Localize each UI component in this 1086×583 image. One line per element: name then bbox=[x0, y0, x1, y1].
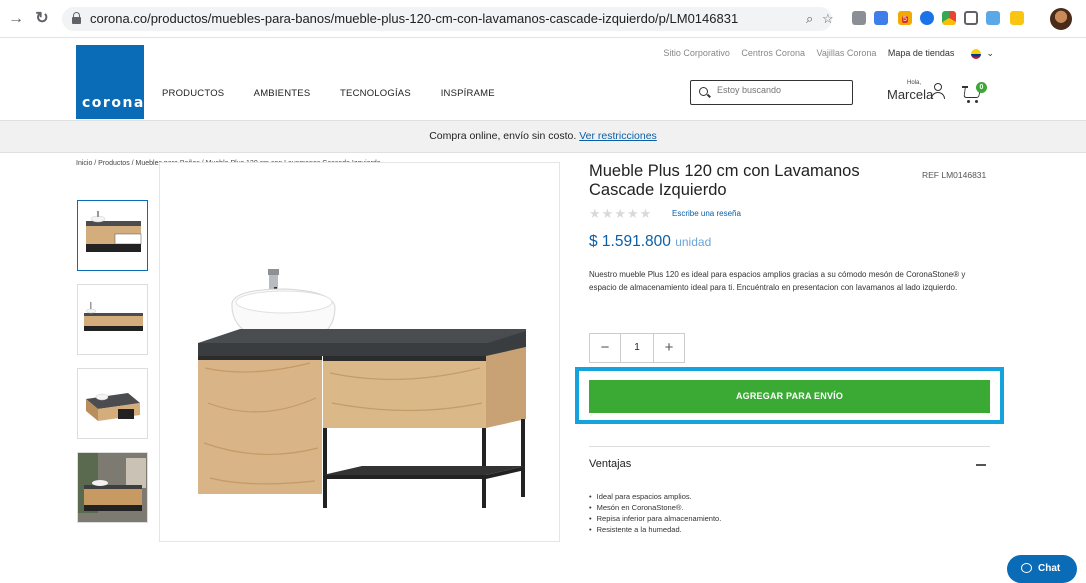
cart-count-badge: 0 bbox=[976, 82, 987, 93]
star-icon: ★ bbox=[626, 206, 640, 221]
search-icon[interactable] bbox=[699, 87, 708, 96]
chat-label: Chat bbox=[1038, 563, 1061, 574]
bookmark-star-icon[interactable]: ☆ bbox=[822, 11, 834, 27]
top-link[interactable]: Sitio Corporativo bbox=[663, 48, 730, 58]
price-value: $ 1.591.800 bbox=[589, 233, 671, 250]
list-item: Ideal para espacios amplios. bbox=[589, 491, 889, 502]
extension-icon[interactable] bbox=[986, 11, 1000, 25]
extension-icon[interactable] bbox=[920, 11, 934, 25]
decrement-button[interactable]: − bbox=[590, 334, 620, 362]
nav-inspirame[interactable]: INSPÍRAME bbox=[441, 88, 495, 99]
extension-icon[interactable] bbox=[874, 11, 888, 25]
nav-ambientes[interactable]: AMBIENTES bbox=[254, 88, 311, 99]
top-link[interactable]: Centros Corona bbox=[741, 48, 805, 58]
product-title: Mueble Plus 120 cm con Lavamanos Cascade… bbox=[589, 162, 860, 199]
promo-banner: Compra online, envío sin costo. Ver rest… bbox=[0, 120, 1086, 153]
camera-extension-icon[interactable] bbox=[852, 11, 866, 25]
thumbnail-1[interactable] bbox=[77, 200, 148, 271]
add-to-cart-button[interactable]: AGREGAR PARA ENVÍO bbox=[589, 380, 990, 413]
advantages-list: Ideal para espacios amplios. Mesón en Co… bbox=[589, 491, 889, 535]
nav-tecnologias[interactable]: TECNOLOGÍAS bbox=[340, 88, 411, 99]
product-description: Nuestro mueble Plus 120 es ideal para es… bbox=[589, 270, 966, 292]
country-flag-icon[interactable] bbox=[970, 48, 981, 59]
chat-bubble-icon bbox=[1021, 563, 1032, 573]
nav-productos[interactable]: PRODUCTOS bbox=[162, 88, 224, 99]
greeting-text: Hola, bbox=[907, 80, 922, 86]
reload-icon[interactable]: ↻ bbox=[32, 9, 52, 29]
thumbnail-4[interactable] bbox=[77, 452, 148, 523]
promo-text: Compra online, envío sin costo. bbox=[429, 130, 577, 142]
chat-button[interactable]: Chat bbox=[1007, 555, 1077, 583]
star-icon: ★ bbox=[639, 206, 653, 221]
forward-icon[interactable]: → bbox=[6, 9, 26, 29]
search-input[interactable] bbox=[717, 85, 847, 95]
url-text: corona.co/productos/muebles-para-banos/m… bbox=[90, 11, 739, 26]
user-account[interactable]: Hola, Marcela bbox=[887, 80, 957, 110]
restrictions-link[interactable]: Ver restricciones bbox=[579, 130, 657, 142]
user-icon[interactable] bbox=[931, 83, 945, 99]
write-review-link[interactable]: Escribe una reseña bbox=[672, 209, 741, 218]
rating-stars[interactable]: ★★★★★ bbox=[589, 206, 652, 222]
corona-logo[interactable]: corona bbox=[76, 45, 144, 119]
top-link[interactable]: Vajillas Corona bbox=[816, 48, 876, 58]
store-map-link[interactable]: Mapa de tiendas bbox=[888, 48, 955, 58]
browser-toolbar: → ↻ corona.co/productos/muebles-para-ban… bbox=[0, 0, 1086, 38]
extension-icon[interactable]: 5 bbox=[898, 11, 912, 25]
collapse-icon[interactable] bbox=[976, 464, 986, 466]
product-main-image[interactable] bbox=[159, 162, 560, 542]
chrome-extension-icon[interactable] bbox=[942, 11, 956, 25]
thumbnail-2[interactable] bbox=[77, 284, 148, 355]
list-item: Resistente a la humedad. bbox=[589, 524, 889, 535]
list-item: Repisa inferior para almacenamiento. bbox=[589, 513, 889, 524]
product-ref: REF LM0146831 bbox=[922, 170, 987, 180]
user-name: Marcela bbox=[887, 87, 934, 102]
list-item: Mesón en CoronaStone®. bbox=[589, 502, 889, 513]
cart-button[interactable]: 0 bbox=[962, 82, 988, 108]
star-icon: ★ bbox=[589, 206, 602, 221]
product-price: $ 1.591.800 unidad bbox=[589, 233, 711, 251]
lock-icon bbox=[72, 12, 81, 24]
quantity-value[interactable]: 1 bbox=[620, 334, 654, 362]
top-links: Sitio Corporativo Centros Corona Vajilla… bbox=[654, 48, 994, 59]
thumbnail-3[interactable] bbox=[77, 368, 148, 439]
advantages-heading[interactable]: Ventajas bbox=[589, 458, 631, 470]
increment-button[interactable]: + bbox=[654, 334, 684, 362]
address-bar[interactable]: corona.co/productos/muebles-para-banos/m… bbox=[62, 7, 834, 31]
profile-avatar[interactable] bbox=[1050, 8, 1072, 30]
screen-capture-icon[interactable] bbox=[964, 11, 978, 25]
price-unit: unidad bbox=[675, 235, 712, 249]
main-navigation: PRODUCTOS AMBIENTES TECNOLOGÍAS INSPÍRAM… bbox=[162, 88, 522, 99]
zoom-icon[interactable]: ⌕ bbox=[806, 11, 813, 27]
chevron-down-icon[interactable]: ⌄ bbox=[986, 48, 994, 58]
quantity-stepper: − 1 + bbox=[589, 333, 685, 363]
divider bbox=[589, 446, 990, 447]
search-box bbox=[690, 80, 853, 105]
star-icon: ★ bbox=[614, 206, 627, 221]
star-icon: ★ bbox=[601, 206, 615, 221]
extension-icon[interactable] bbox=[1010, 11, 1024, 25]
